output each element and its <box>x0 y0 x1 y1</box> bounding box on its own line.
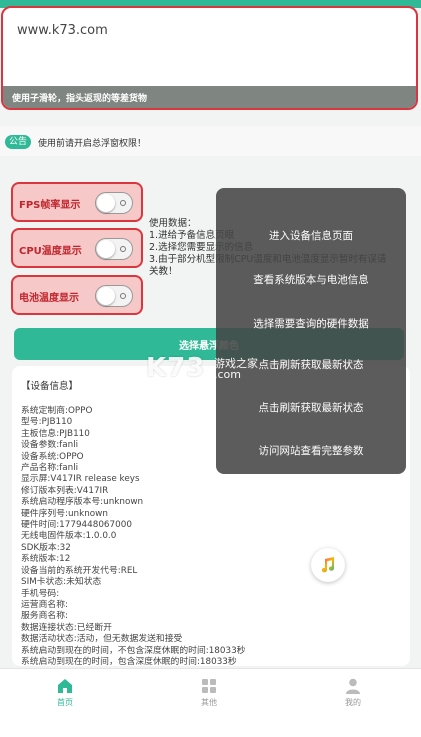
url-hint-bar: 使用子滑轮，指头返现的等差货物 <box>3 86 416 108</box>
device-info-line: 手机号码: <box>21 588 60 599</box>
notice-badge: 公告 <box>5 135 32 149</box>
menu-item-device-info[interactable]: 进入设备信息页面 <box>216 216 406 256</box>
user-icon <box>346 678 360 694</box>
switch-knob <box>97 287 115 305</box>
device-info-list: 系统定制商:OPPO 型号:PJB110 主板信息:PJB110 设备参数:fanli… <box>21 406 245 666</box>
nav-mine-label: 我的 <box>345 698 361 707</box>
device-info-line: 系统启动到现在的时间，不包含深度休眠的时间:18033秒 <box>21 645 246 656</box>
device-info-line: 主板信息:PJB110 <box>21 428 90 439</box>
toggle-cpu-label: CPU温度显示 <box>19 246 82 257</box>
nav-other-label: 其他 <box>201 698 217 707</box>
menu-item-visit-website[interactable]: 访问网站查看完整参数 <box>216 431 406 471</box>
grid-icon <box>202 679 216 693</box>
nav-other[interactable]: 其他 <box>179 677 239 708</box>
device-info-line: 产品名称:fanli <box>21 463 79 474</box>
device-info-line: SDK版本:32 <box>21 542 71 553</box>
device-info-line: 数据连接状态:已经断开 <box>21 622 112 633</box>
switch-off-indicator <box>120 246 126 252</box>
device-info-line: 系统版本:12 <box>21 554 71 565</box>
nav-home[interactable]: 首页 <box>35 677 95 708</box>
switch-knob <box>97 194 115 212</box>
url-input-card[interactable]: www.k73.com 使用子滑轮，指头返现的等差货物 <box>1 6 418 110</box>
device-info-line: 硬件时间:1779448067000 <box>21 520 132 531</box>
device-info-line: 服务商名称: <box>21 611 68 622</box>
device-info-line: 运营商名称: <box>21 599 68 610</box>
device-info-line: 系统启动程序版本号:unknown <box>21 497 144 508</box>
url-hint-text: 使用子滑轮，指头返现的等差货物 <box>12 94 148 104</box>
home-icon <box>58 679 72 693</box>
device-info-line: 设备参数:fanli <box>21 440 79 451</box>
device-info-title: 【设备信息】 <box>21 381 79 392</box>
switch-off-indicator <box>120 293 126 299</box>
toggle-cpu-temp[interactable]: CPU温度显示 <box>11 228 143 268</box>
watermark-domain: .com <box>214 368 241 381</box>
device-info-line: 无线电固件版本:1.0.0.0 <box>21 531 117 542</box>
battery-switch[interactable] <box>95 285 133 307</box>
device-info-line: 系统启动到现在的时间，包含深度休眠的时间:18033秒 <box>21 656 237 666</box>
device-info-line: SIM卡状态:未知状态 <box>21 577 102 588</box>
notice-bar: 公告 使用前请开启总浮窗权限！ <box>0 126 421 156</box>
menu-item-system-battery[interactable]: 查看系统版本与电池信息 <box>216 260 406 300</box>
nav-home-label: 首页 <box>57 698 73 707</box>
toggle-battery-label: 电池温度显示 <box>19 293 79 304</box>
menu-item-select-hardware[interactable]: 选择需要查询的硬件数据 <box>216 304 406 344</box>
url-input[interactable]: www.k73.com <box>17 23 108 38</box>
bottom-nav: 首页 其他 我的 <box>0 668 421 737</box>
watermark-brand: K73 <box>146 353 206 383</box>
toggle-fps[interactable]: FPS帧率显示 <box>11 182 143 222</box>
toggle-battery-temp[interactable]: 电池温度显示 <box>11 275 143 315</box>
nav-mine[interactable]: 我的 <box>323 677 383 708</box>
switch-knob <box>97 240 115 258</box>
toggle-fps-label: FPS帧率显示 <box>19 200 81 211</box>
device-info-line: 修订版本列表:V417IR <box>21 485 109 496</box>
device-info-line: 显示屏:V417IR release keys <box>21 474 140 485</box>
device-info-line: 系统定制商:OPPO <box>21 406 93 416</box>
device-info-line: 数据活动状态:活动，但无数据发送和接受 <box>21 634 183 645</box>
device-info-line: 设备当前的系统开发代号:REL <box>21 565 138 576</box>
notice-text: 使用前请开启总浮窗权限！ <box>38 139 147 149</box>
watermark-logo: K73 游戏之家 .com <box>146 353 258 383</box>
device-info-line: 硬件序列号:unknown <box>21 508 108 519</box>
popup-menu: 进入设备信息页面 查看系统版本与电池信息 选择需要查询的硬件数据 点击刷新获取最… <box>216 188 406 474</box>
switch-off-indicator <box>120 200 126 206</box>
menu-item-refresh-2[interactable]: 点击刷新获取最新状态 <box>216 388 406 428</box>
fps-switch[interactable] <box>95 192 133 214</box>
music-note-icon <box>321 557 335 573</box>
cpu-switch[interactable] <box>95 238 133 260</box>
device-info-line: 设备系统:OPPO <box>21 451 84 462</box>
device-info-line: 型号:PJB110 <box>21 417 73 428</box>
music-button[interactable] <box>311 548 345 582</box>
